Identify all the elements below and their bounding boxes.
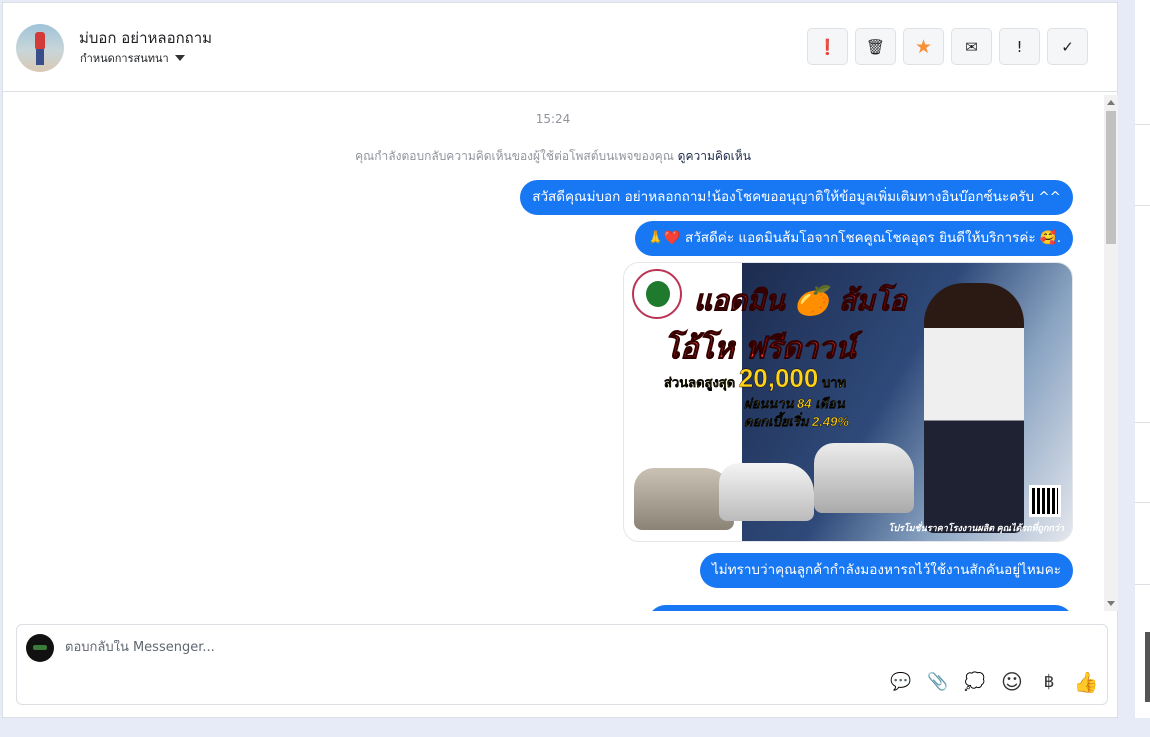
- star-icon: ★: [914, 35, 933, 58]
- delete-button[interactable]: 🗑: [855, 28, 896, 65]
- baht-icon[interactable]: ฿: [1038, 671, 1060, 693]
- mark-done-button[interactable]: ✓: [1047, 28, 1088, 65]
- thread-scrollbar[interactable]: [1104, 95, 1118, 611]
- follow-up-button[interactable]: !: [999, 28, 1040, 65]
- conversation-panel: ม่บอก อย่าหลอกถาม กำหนดการสนทนา ❗ 🗑 ★ ✉ …: [2, 2, 1118, 718]
- reply-input[interactable]: [65, 640, 665, 655]
- check-icon: ✓: [1061, 37, 1074, 56]
- mark-unread-button[interactable]: ✉: [951, 28, 992, 65]
- saved-reply-icon[interactable]: 💬: [890, 671, 912, 693]
- paperclip-icon[interactable]: 📎: [927, 671, 949, 693]
- right-details-panel-clipped: [1135, 0, 1150, 718]
- message-thread: 15:24 คุณกำลังตอบกลับความคิดเห็นของผู้ใช…: [3, 93, 1103, 611]
- reply-notice: คุณกำลังตอบกลับความคิดเห็นของผู้ใช้ต่อโพ…: [3, 147, 1103, 166]
- star-button[interactable]: ★: [903, 28, 944, 65]
- mark-spam-button[interactable]: ❗: [807, 28, 848, 65]
- pickup-cage-image: [814, 443, 914, 513]
- dealer-logo: [632, 269, 682, 319]
- notice-text: คุณกำลังตอบกลับความคิดเห็นของผู้ใช้ต่อโพ…: [355, 149, 674, 163]
- alert-circle-icon: ❗: [818, 37, 837, 56]
- promo-footer: โปรโมชั่นราคาโรงงานผลิต คุณได้รถที่ถูกกว…: [888, 523, 1064, 533]
- scroll-thumb[interactable]: [1106, 111, 1116, 244]
- page-avatar: [26, 634, 54, 662]
- emoji-icon[interactable]: ☺: [1001, 670, 1023, 694]
- thumbnail-image: [1145, 632, 1150, 702]
- timestamp: 15:24: [535, 112, 571, 126]
- promo-headline: แอดมิน 🍊 ส้มโอ: [693, 284, 907, 318]
- promo-interest: ดอกเบี้ยเริ่ม 2.49%: [744, 414, 849, 429]
- action-toolbar: ❗ 🗑 ★ ✉ ! ✓: [807, 28, 1088, 65]
- promo-discount: ส่วนลดสูงสุด 20,000 บาท: [664, 363, 847, 393]
- message-bubble[interactable]: ไม่ทราบว่าคุณลูกค้ากำลังมองหารถไว้ใช้งาน…: [700, 553, 1073, 588]
- chat-dots-icon[interactable]: 💭: [964, 671, 986, 693]
- thumbs-up-icon[interactable]: 👍: [1074, 670, 1099, 694]
- qr-code: [1029, 485, 1061, 517]
- message-bubble[interactable]: 🙏❤️ สวัสดีค่ะ แอดมินส้มโอจากโชคคูณโชคอุด…: [635, 221, 1073, 256]
- contact-avatar[interactable]: [16, 24, 64, 72]
- conversation-settings-label: กำหนดการสนทนา: [80, 52, 169, 65]
- conversation-header: ม่บอก อย่าหลอกถาม กำหนดการสนทนา ❗ 🗑 ★ ✉ …: [3, 3, 1117, 92]
- trash-icon: 🗑: [865, 37, 886, 56]
- message-bubble-partial[interactable]: [648, 605, 1073, 611]
- exclamation-icon: !: [1016, 37, 1023, 56]
- message-image-promo[interactable]: แอดมิน 🍊 ส้มโอ โอ้โห ฟรีดาวน์ ส่วนลดสูงส…: [623, 262, 1073, 542]
- reply-composer: 💬 📎 💭 ☺ ฿ 👍: [16, 624, 1108, 705]
- view-comment-link[interactable]: ดูความคิดเห็น: [678, 149, 751, 163]
- scroll-down-icon[interactable]: [1107, 601, 1115, 606]
- caret-down-icon: [174, 55, 185, 61]
- message-bubble[interactable]: สวัสดีคุณม่บอก อย่าหลอกถาม!น้องโชคขออนุญ…: [520, 180, 1073, 215]
- scroll-up-icon[interactable]: [1107, 100, 1115, 105]
- composer-tools: 💬 📎 💭 ☺ ฿ 👍: [890, 670, 1099, 694]
- conversation-settings-dropdown[interactable]: กำหนดการสนทนา: [80, 49, 185, 67]
- envelope-icon: ✉: [965, 37, 978, 56]
- promo-person: [924, 283, 1024, 533]
- pickup-image: [719, 463, 814, 521]
- contact-name[interactable]: ม่บอก อย่าหลอกถาม: [79, 26, 212, 50]
